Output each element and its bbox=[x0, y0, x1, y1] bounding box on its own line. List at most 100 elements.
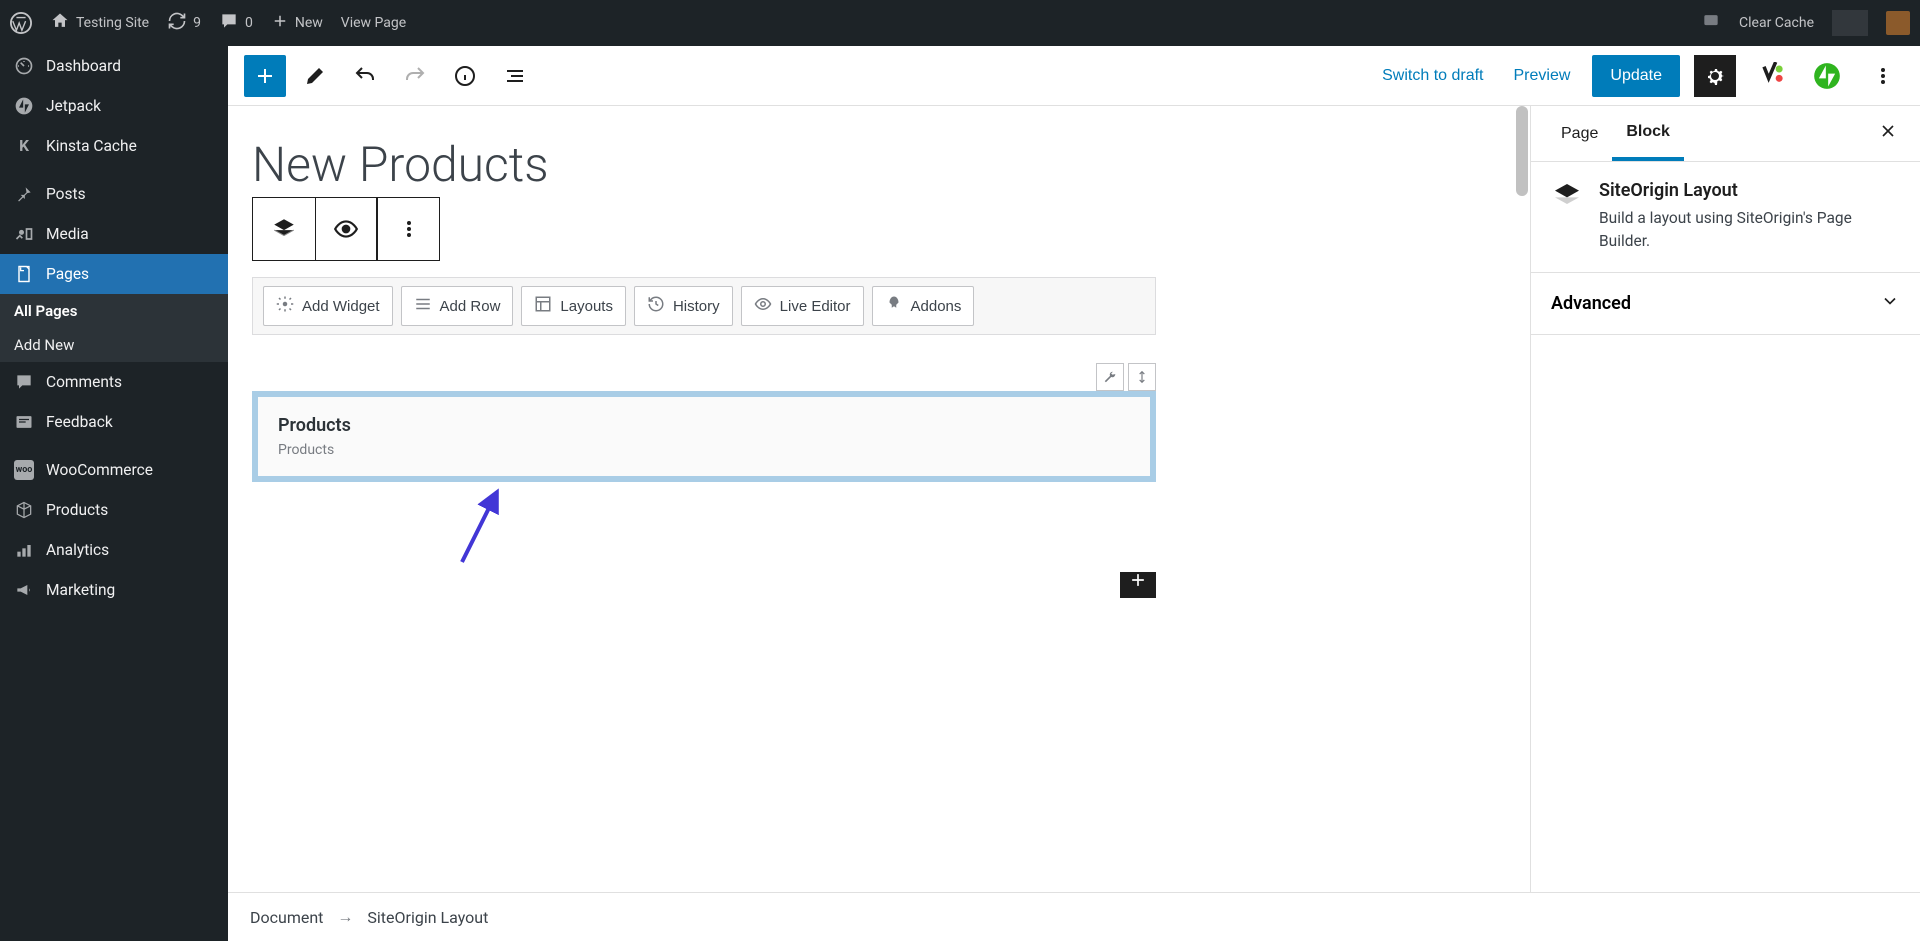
comment-icon bbox=[219, 11, 239, 35]
breadcrumb-block[interactable]: SiteOrigin Layout bbox=[367, 908, 488, 927]
tools-button[interactable] bbox=[294, 55, 336, 97]
list-icon bbox=[503, 64, 527, 88]
wp-logo[interactable] bbox=[10, 12, 32, 34]
widget-row[interactable]: Products Products bbox=[252, 391, 1156, 482]
close-icon bbox=[1878, 121, 1898, 141]
sidebar-item-label: Marketing bbox=[46, 581, 115, 599]
yoast-icon bbox=[1757, 62, 1785, 90]
live-editor-button[interactable]: Live Editor bbox=[741, 286, 864, 326]
row-move-button[interactable] bbox=[1128, 363, 1156, 391]
sidebar-item-dashboard[interactable]: Dashboard bbox=[0, 46, 228, 86]
preview-button[interactable]: Preview bbox=[1506, 59, 1579, 93]
layouts-button[interactable]: Layouts bbox=[521, 286, 626, 326]
media-icon bbox=[14, 224, 34, 244]
sidebar-item-label: Media bbox=[46, 225, 89, 243]
row-edit-button[interactable] bbox=[1096, 363, 1124, 391]
history-button[interactable]: History bbox=[634, 286, 733, 326]
gear-icon bbox=[1703, 64, 1727, 88]
comments-count: 0 bbox=[245, 15, 253, 31]
new-content[interactable]: New bbox=[271, 12, 323, 34]
addons-button[interactable]: Addons bbox=[872, 286, 975, 326]
block-type-button[interactable] bbox=[253, 198, 315, 260]
editor-main: Switch to draft Preview Update bbox=[228, 46, 1920, 941]
sidebar-item-label: Analytics bbox=[46, 541, 109, 559]
sidebar-item-pages[interactable]: Pages bbox=[0, 254, 228, 294]
chevron-down-icon bbox=[1880, 291, 1900, 316]
undo-button[interactable] bbox=[344, 55, 386, 97]
redo-button[interactable] bbox=[394, 55, 436, 97]
button-label: Layouts bbox=[560, 298, 613, 315]
bell-icon bbox=[1701, 11, 1721, 35]
sidebar-item-media[interactable]: Media bbox=[0, 214, 228, 254]
breadcrumb-document[interactable]: Document bbox=[250, 908, 323, 927]
jetpack-icon bbox=[1813, 62, 1841, 90]
sidebar-item-label: WooCommerce bbox=[46, 461, 153, 479]
info-button[interactable] bbox=[444, 55, 486, 97]
widget-subtitle: Products bbox=[278, 442, 1130, 458]
comment-icon bbox=[14, 372, 34, 392]
tab-block[interactable]: Block bbox=[1612, 107, 1684, 161]
clear-cache[interactable]: Clear Cache bbox=[1739, 15, 1814, 31]
button-label: Add Row bbox=[440, 298, 501, 315]
products-icon bbox=[14, 500, 34, 520]
sidebar-sub-all-pages[interactable]: All Pages bbox=[0, 294, 228, 328]
update-button[interactable]: Update bbox=[1592, 55, 1680, 97]
jetpack-icon bbox=[14, 96, 34, 116]
sidebar-item-marketing[interactable]: Marketing bbox=[0, 570, 228, 610]
preview-mode-button[interactable] bbox=[315, 198, 377, 260]
sidebar-item-woocommerce[interactable]: woo WooCommerce bbox=[0, 450, 228, 490]
block-card: SiteOrigin Layout Build a layout using S… bbox=[1531, 162, 1920, 273]
sidebar-item-products[interactable]: Products bbox=[0, 490, 228, 530]
sidebar-item-analytics[interactable]: Analytics bbox=[0, 530, 228, 570]
settings-panel: Page Block SiteOrigin Layout Build a lay… bbox=[1530, 106, 1920, 892]
sidebar-sub-add-new[interactable]: Add New bbox=[0, 328, 228, 362]
pencil-icon bbox=[303, 64, 327, 88]
close-settings-button[interactable] bbox=[1872, 118, 1904, 150]
add-row-button[interactable]: Add Row bbox=[401, 286, 514, 326]
switch-to-draft-button[interactable]: Switch to draft bbox=[1374, 59, 1491, 93]
insert-block-button[interactable] bbox=[244, 55, 286, 97]
outline-button[interactable] bbox=[494, 55, 536, 97]
sidebar-item-label: Comments bbox=[46, 373, 122, 391]
button-label: Addons bbox=[911, 298, 962, 315]
sidebar-item-feedback[interactable]: Feedback bbox=[0, 402, 228, 442]
dashboard-icon bbox=[14, 56, 34, 76]
button-label: History bbox=[673, 298, 720, 315]
tab-page[interactable]: Page bbox=[1547, 109, 1612, 159]
rocket-icon bbox=[885, 295, 903, 317]
block-more-button[interactable] bbox=[377, 198, 439, 260]
feedback-icon bbox=[14, 412, 34, 432]
view-page[interactable]: View Page bbox=[341, 15, 406, 31]
notifications[interactable] bbox=[1701, 11, 1721, 35]
user-avatar[interactable] bbox=[1886, 11, 1910, 35]
sidebar-item-posts[interactable]: Posts bbox=[0, 174, 228, 214]
add-block-button[interactable] bbox=[1120, 572, 1156, 598]
widget-title: Products bbox=[278, 415, 1130, 436]
sidebar-item-jetpack[interactable]: Jetpack bbox=[0, 86, 228, 126]
admin-bar: Testing Site 9 0 New View Page Clear Cac… bbox=[0, 0, 1920, 46]
yoast-button[interactable] bbox=[1750, 55, 1792, 97]
gear-icon bbox=[276, 295, 294, 317]
site-home[interactable]: Testing Site bbox=[50, 11, 149, 35]
rows-icon bbox=[414, 295, 432, 317]
block-card-description: Build a layout using SiteOrigin's Page B… bbox=[1599, 207, 1900, 254]
sidebar-item-label: Posts bbox=[46, 185, 86, 203]
jetpack-button[interactable] bbox=[1806, 55, 1848, 97]
more-options-button[interactable] bbox=[1862, 55, 1904, 97]
plus-icon bbox=[253, 64, 277, 88]
search[interactable] bbox=[1832, 10, 1868, 36]
sidebar-item-kinsta[interactable]: K Kinsta Cache bbox=[0, 126, 228, 166]
editor-canvas[interactable]: New Products bbox=[228, 106, 1530, 892]
settings-toggle-button[interactable] bbox=[1694, 55, 1736, 97]
scrollbar[interactable] bbox=[1516, 106, 1528, 892]
updates[interactable]: 9 bbox=[167, 11, 201, 35]
sidebar-item-label: Products bbox=[46, 501, 108, 519]
updates-count: 9 bbox=[193, 15, 201, 31]
comments[interactable]: 0 bbox=[219, 11, 253, 35]
site-name: Testing Site bbox=[76, 15, 149, 31]
sidebar-item-comments[interactable]: Comments bbox=[0, 362, 228, 402]
advanced-label: Advanced bbox=[1551, 293, 1631, 314]
page-title-input[interactable]: New Products bbox=[252, 136, 1156, 193]
advanced-panel-toggle[interactable]: Advanced bbox=[1531, 273, 1920, 335]
add-widget-button[interactable]: Add Widget bbox=[263, 286, 393, 326]
